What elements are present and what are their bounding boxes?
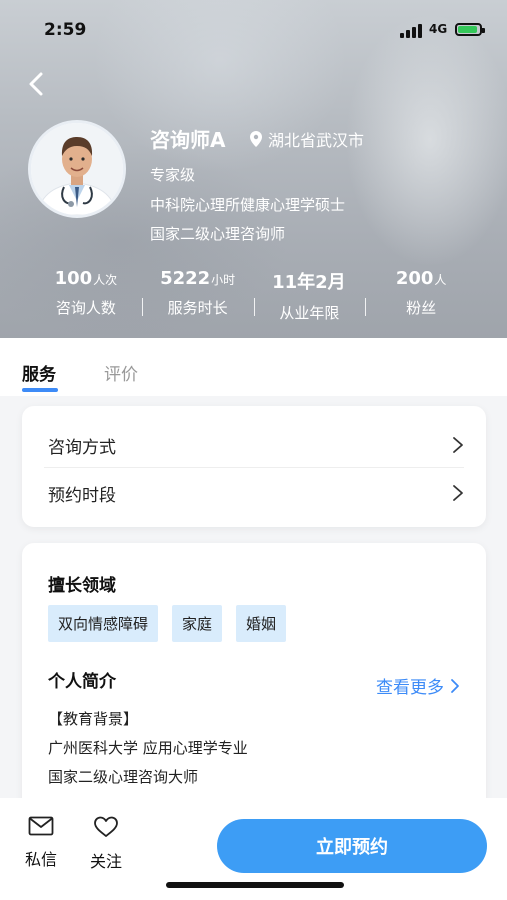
tab-review[interactable]: 评价 [104,360,138,385]
profile-header: 2:59 4G 咨询师A 湖北省武汉市 专家级 中科院心理所健康心理学硕士 国家… [0,0,507,338]
message-label: 私信 [24,850,57,869]
network-label: 4G [429,22,448,36]
level-text: 专家级 [150,166,196,184]
chevron-right-icon [453,437,463,453]
stats-bar: 100人次 咨询人数 5222小时 服务时长 11年2月 从业年限 200人 粉… [30,268,477,322]
view-more-label: 查看更多 [376,678,444,698]
intro-line: 国家二级心理咨询大师 [48,768,199,786]
expertise-tags: 双向情感障碍 家庭 婚姻 [48,605,287,642]
heart-icon [94,816,118,837]
location-text: 湖北省武汉市 [268,131,365,150]
stat-consultations: 100人次 咨询人数 [54,268,118,317]
chevron-right-icon [453,485,463,501]
stat-fans: 200人 粉丝 [365,268,477,322]
expertise-title: 擅长领域 [48,576,116,596]
counselor-name: 咨询师A [150,128,226,152]
mail-icon [28,816,54,836]
expertise-tag[interactable]: 双向情感障碍 [48,605,159,642]
consult-method-row[interactable]: 咨询方式 [48,422,464,468]
back-button[interactable] [24,70,52,98]
booking-slots-label: 预约时段 [48,485,116,506]
expertise-tag[interactable]: 家庭 [172,605,223,642]
service-options-card: 咨询方式 预约时段 [22,406,486,527]
divider [44,467,464,468]
content-area: 服务 评价 咨询方式 预约时段 擅长领域 双向情感障碍 家庭 婚姻 个人简介 查… [0,338,507,813]
follow-button[interactable]: 关注 [84,816,128,872]
tab-indicator [22,388,58,392]
education-header: 【教育背景】 [48,710,139,728]
profile-details-card: 擅长领域 双向情感障碍 家庭 婚姻 个人简介 查看更多 【教育背景】 广州医科大… [22,543,486,813]
status-bar: 2:59 4G [0,0,507,60]
avatar [28,120,126,218]
book-now-button[interactable]: 立即预约 [217,819,487,873]
certificate-text: 国家二级心理咨询师 [150,225,286,243]
location-pin-icon [250,131,262,147]
chevron-right-icon [451,678,459,693]
status-time: 2:59 [44,20,87,40]
intro-title: 个人简介 [48,672,116,692]
consult-method-label: 咨询方式 [48,437,116,458]
home-indicator [166,882,344,888]
tab-bar: 服务 评价 [0,338,507,396]
education-text: 中科院心理所健康心理学硕士 [150,196,346,214]
view-more-link[interactable]: 查看更多 [376,673,460,698]
follow-label: 关注 [89,852,122,871]
expertise-tag[interactable]: 婚姻 [236,605,287,642]
message-button[interactable]: 私信 [19,816,63,870]
location: 湖北省武汉市 [250,127,364,151]
stat-service-hours: 5222小时 服务时长 [141,268,254,322]
stat-years: 11年2月 从业年限 [253,268,366,322]
chevron-left-icon [29,72,43,96]
booking-slots-row[interactable]: 预约时段 [48,470,464,516]
battery-icon [455,23,485,36]
signal-icon [400,24,422,38]
tab-service[interactable]: 服务 [22,360,56,385]
intro-line: 广州医科大学 应用心理学专业 [48,739,248,757]
